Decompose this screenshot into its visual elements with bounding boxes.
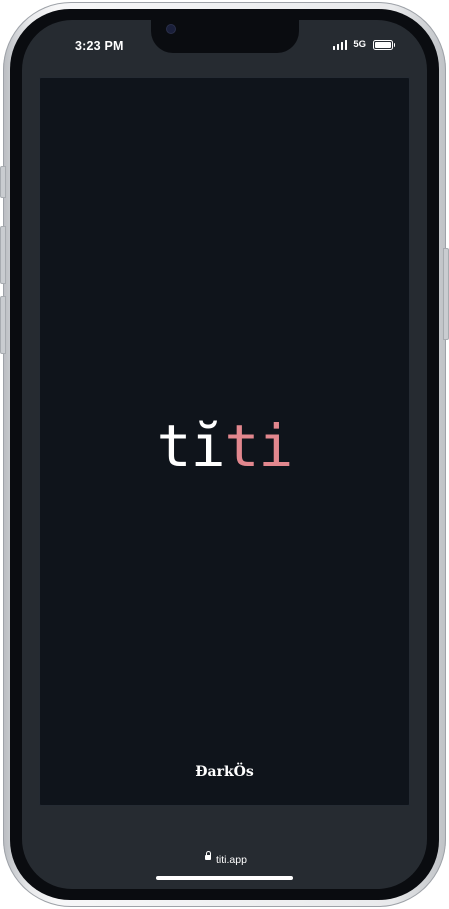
logo-part-pink: ti <box>224 412 294 480</box>
phone-screen: 3:23 PM 5G tĭti ĐarkÖs titi.app <box>22 20 427 889</box>
volume-down-button <box>0 296 6 354</box>
power-button <box>443 248 449 340</box>
front-camera-icon <box>167 25 175 33</box>
browser-address-bar[interactable]: titi.app <box>22 846 427 889</box>
status-bar: 3:23 PM 5G <box>22 20 427 76</box>
status-time: 3:23 PM <box>75 39 124 53</box>
signal-icon <box>332 39 348 50</box>
footer-brand[interactable]: ĐarkÖs <box>40 764 409 780</box>
url-label[interactable]: titi.app <box>216 854 247 866</box>
status-icons: 5G <box>332 39 395 50</box>
lock-icon <box>205 851 211 860</box>
app-logo[interactable]: tĭti <box>40 417 409 475</box>
network-label: 5G <box>353 39 366 50</box>
notch <box>151 20 299 53</box>
web-content: tĭti ĐarkÖs <box>39 77 410 806</box>
volume-up-button <box>0 226 6 284</box>
home-indicator[interactable] <box>156 876 293 880</box>
logo-part-white: tĭ <box>156 412 226 480</box>
battery-icon <box>373 39 395 50</box>
mute-switch <box>0 166 6 198</box>
